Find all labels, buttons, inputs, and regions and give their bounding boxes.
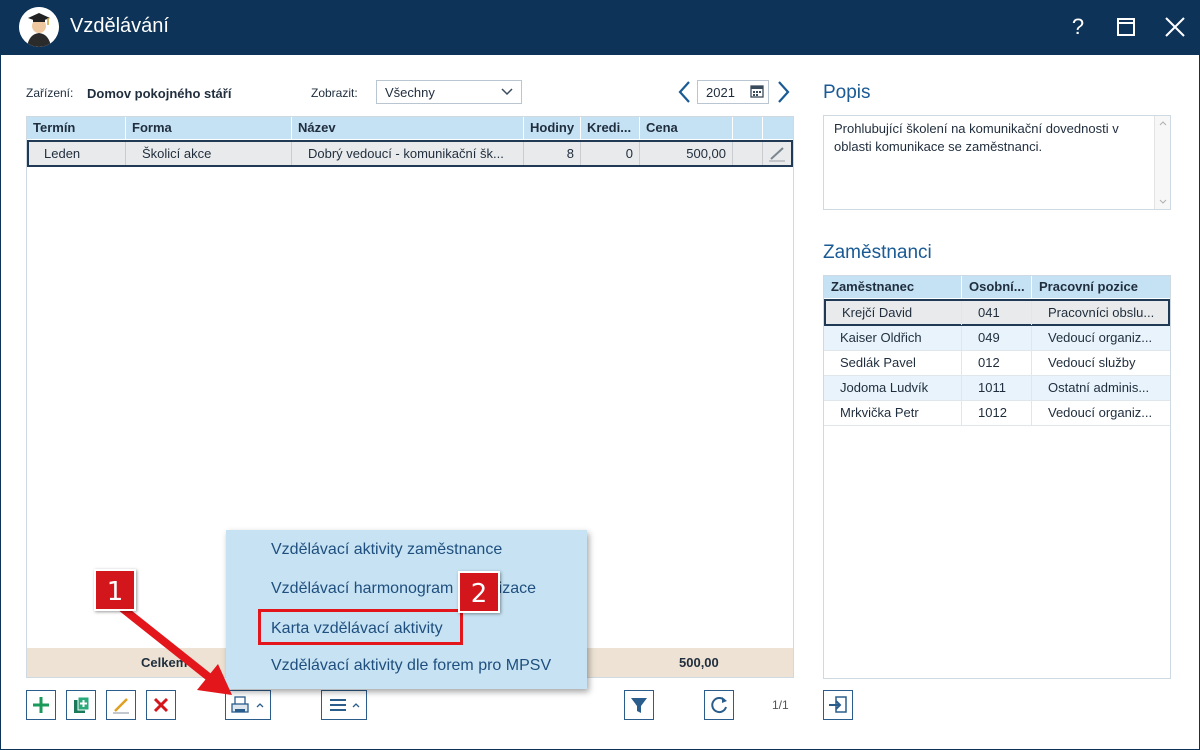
employee-id: 012 xyxy=(962,351,1032,375)
employee-position: Ostatní adminis... xyxy=(1048,380,1150,395)
facility-value: Domov pokojného stáří xyxy=(87,86,232,101)
column-header-empty xyxy=(733,117,763,139)
column-header-nazev[interactable]: Název xyxy=(292,117,524,139)
maximize-icon[interactable] xyxy=(1111,12,1141,42)
graduate-avatar-icon xyxy=(19,7,59,47)
column-header-hodiny[interactable]: Hodiny xyxy=(524,117,581,139)
show-select-value: Všechny xyxy=(385,85,435,100)
description-text: Prohlubující školení na komunikační dove… xyxy=(834,121,1119,154)
employee-row[interactable]: Kaiser Oldřich 049 Vedoucí organiz... xyxy=(824,326,1170,351)
employee-position: Vedoucí organiz... xyxy=(1048,405,1153,420)
table-row[interactable]: Leden Školicí akce Dobrý vedoucí - komun… xyxy=(27,140,793,167)
filter-button[interactable] xyxy=(624,690,654,720)
chevron-down-icon xyxy=(501,84,513,101)
employees-title: Zaměstnanci xyxy=(823,242,932,263)
employee-id: 1012 xyxy=(962,401,1032,425)
employee-name: Jodoma Ludvík xyxy=(824,376,962,400)
cell-hodiny: 8 xyxy=(524,142,581,165)
add-button[interactable] xyxy=(26,690,56,720)
employee-row[interactable]: Krejčí David 041 Pracovníci obslu... xyxy=(824,299,1170,326)
cell-forma: Školicí akce xyxy=(126,142,292,165)
step-badge-2: 2 xyxy=(458,571,500,613)
highlight-box xyxy=(258,609,463,645)
grid-header: Termín Forma Název Hodiny Kredi... Cena xyxy=(27,117,793,139)
window-title: Vzdělávání xyxy=(70,15,169,37)
copy-add-button[interactable] xyxy=(66,690,96,720)
facility-label: Zařízení: xyxy=(26,86,74,100)
prev-year-icon[interactable] xyxy=(675,78,695,106)
employee-position: Vedoucí služby xyxy=(1048,355,1136,370)
employee-row[interactable]: Jodoma Ludvík 1011 Ostatní adminis... xyxy=(824,376,1170,401)
employee-row[interactable]: Sedlák Pavel 012 Vedoucí služby xyxy=(824,351,1170,376)
cell-cena: 500,00 xyxy=(640,142,733,165)
edit-row-icon[interactable] xyxy=(763,142,791,165)
column-header-kredity[interactable]: Kredi... xyxy=(581,117,640,139)
show-label: Zobrazit: xyxy=(311,86,358,100)
description-title: Popis xyxy=(823,82,871,103)
cell-kredity: 0 xyxy=(581,142,640,165)
show-select[interactable]: Všechny xyxy=(376,80,522,104)
employee-name: Mrkvička Petr xyxy=(824,401,962,425)
cell-nazev: Dobrý vedoucí - komunikační šk... xyxy=(292,142,524,165)
title-bar: Vzdělávání ? xyxy=(0,0,1200,55)
pager: 1/1 xyxy=(772,698,789,712)
cell-termin: Leden xyxy=(29,142,126,165)
help-icon[interactable]: ? xyxy=(1063,12,1093,42)
column-header-pozice[interactable]: Pracovní pozice xyxy=(1032,276,1170,298)
employee-name: Krejčí David xyxy=(826,301,962,325)
column-header-cena[interactable]: Cena xyxy=(640,117,733,139)
assign-employee-button[interactable] xyxy=(823,690,853,720)
description-scrollbar[interactable] xyxy=(1154,116,1170,209)
column-header-forma[interactable]: Forma xyxy=(126,117,292,139)
menu-item-mpsv-activities[interactable]: Vzdělávací aktivity dle forem pro MPSV xyxy=(271,657,551,675)
column-header-zamestnanec[interactable]: Zaměstnanec xyxy=(824,276,962,298)
employees-grid: Zaměstnanec Osobní... Pracovní pozice Kr… xyxy=(823,275,1171,679)
footer-total-value: 500,00 xyxy=(679,655,719,670)
year-picker[interactable]: 2021 xyxy=(697,80,769,104)
column-header-termin[interactable]: Termín xyxy=(27,117,126,139)
step-badge-1: 1 xyxy=(94,569,136,611)
refresh-button[interactable] xyxy=(704,690,734,720)
employee-name: Kaiser Oldřich xyxy=(824,326,962,350)
menu-item-employee-activities[interactable]: Vzdělávací aktivity zaměstnance xyxy=(271,541,502,559)
employee-position: Vedoucí organiz... xyxy=(1048,330,1153,345)
close-icon[interactable] xyxy=(1160,12,1190,42)
employee-id: 041 xyxy=(962,301,1032,325)
next-year-icon[interactable] xyxy=(773,78,793,106)
annotation-arrow-icon xyxy=(119,604,232,695)
employee-id: 049 xyxy=(962,326,1032,350)
more-menu-button[interactable] xyxy=(321,690,367,720)
employee-row[interactable]: Mrkvička Petr 1012 Vedoucí organiz... xyxy=(824,401,1170,426)
employee-name: Sedlák Pavel xyxy=(824,351,962,375)
employee-id: 1011 xyxy=(962,376,1032,400)
cell-empty xyxy=(733,142,763,165)
calendar-icon[interactable] xyxy=(750,84,764,98)
year-value: 2021 xyxy=(706,85,735,100)
employee-position: Pracovníci obslu... xyxy=(1048,305,1155,320)
description-box: Prohlubující školení na komunikační dove… xyxy=(823,115,1171,210)
employees-grid-header: Zaměstnanec Osobní... Pracovní pozice xyxy=(824,276,1170,298)
column-header-osobni[interactable]: Osobní... xyxy=(962,276,1032,298)
